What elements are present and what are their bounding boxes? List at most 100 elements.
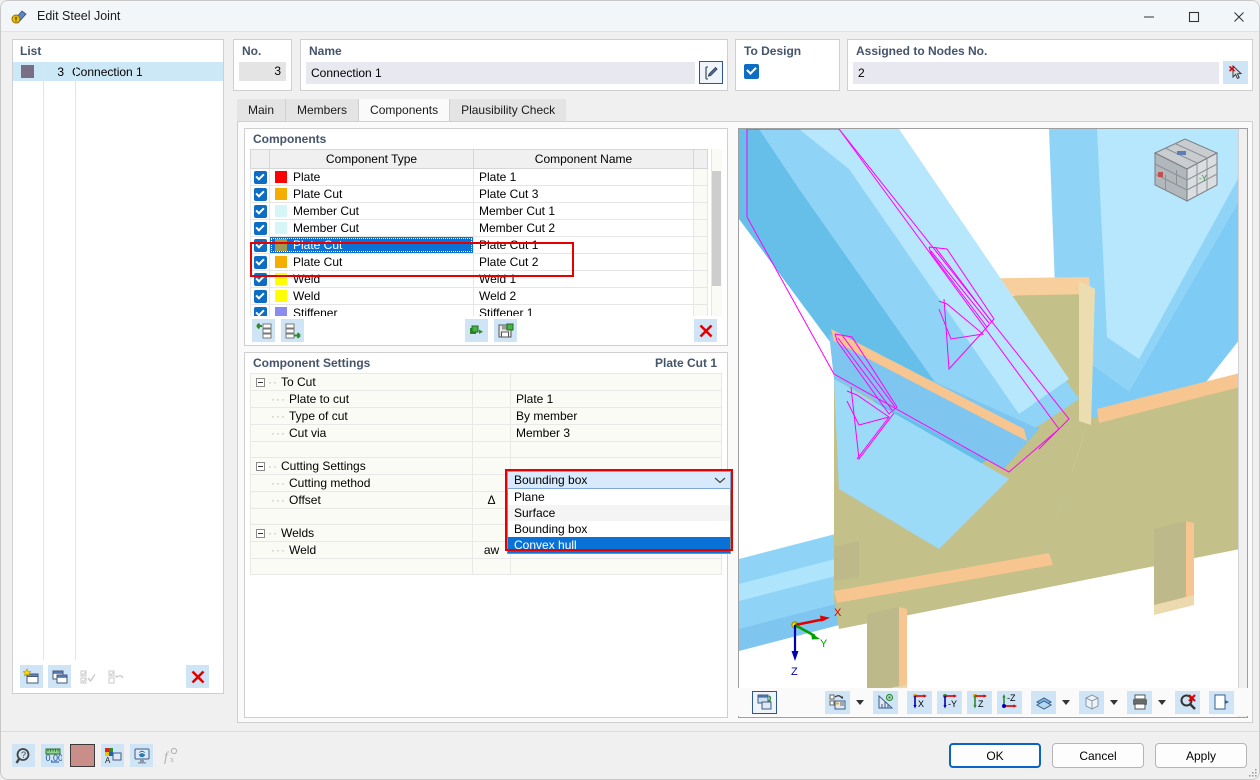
- apply-button[interactable]: Apply: [1155, 743, 1247, 768]
- table-row[interactable]: Weld Weld 1: [250, 270, 708, 288]
- print-button[interactable]: [1127, 690, 1152, 714]
- table-row[interactable]: Member Cut Member Cut 2: [250, 219, 708, 237]
- close-button[interactable]: [1216, 1, 1259, 32]
- settings-value-cell[interactable]: By member: [510, 407, 722, 425]
- view-isometric-button[interactable]: -Z: [997, 690, 1022, 714]
- table-row[interactable]: Stiffener Stiffener 1: [250, 304, 708, 316]
- settings-row[interactable]: ··· Type of cut By member: [250, 407, 722, 425]
- display-props-button[interactable]: A: [101, 744, 124, 767]
- detach-view-button[interactable]: [1209, 690, 1234, 714]
- cancel-button[interactable]: Cancel: [1052, 743, 1144, 768]
- help-button[interactable]: ?: [12, 744, 35, 767]
- move-component-down-button[interactable]: [281, 319, 304, 342]
- row-type-cell[interactable]: Weld: [269, 287, 474, 305]
- maximize-button[interactable]: [1171, 1, 1216, 32]
- settings-value-cell[interactable]: Member 3: [510, 424, 722, 442]
- header-component-type[interactable]: Component Type: [269, 149, 474, 169]
- settings-section-label-cell[interactable]: ·· Welds: [250, 524, 473, 542]
- row-type-cell[interactable]: Member Cut: [269, 219, 474, 237]
- row-name-cell[interactable]: Plate Cut 2: [473, 253, 694, 271]
- tab-plausibility-check[interactable]: Plausibility Check: [449, 99, 567, 121]
- row-name-cell[interactable]: Weld 1: [473, 270, 694, 288]
- row-checkbox-cell[interactable]: [250, 185, 270, 203]
- collapse-icon[interactable]: [256, 377, 265, 387]
- chevron-down-icon[interactable]: [714, 473, 726, 487]
- row-checkbox-cell[interactable]: [250, 219, 270, 237]
- collapse-icon[interactable]: [256, 528, 265, 538]
- row-type-cell[interactable]: Stiffener: [269, 304, 474, 316]
- view-in-x-button[interactable]: X: [907, 690, 932, 714]
- copy-connection-button[interactable]: [48, 665, 71, 688]
- dropdown-option[interactable]: Bounding box: [508, 521, 730, 537]
- import-component-button[interactable]: [465, 319, 488, 342]
- row-type-cell[interactable]: Plate Cut: [269, 236, 474, 254]
- table-row[interactable]: Member Cut Member Cut 1: [250, 202, 708, 220]
- table-row[interactable]: Plate Cut Plate Cut 2: [250, 253, 708, 271]
- measure-button[interactable]: [873, 690, 898, 714]
- save-component-button[interactable]: [494, 319, 517, 342]
- display-properties-dropdown[interactable]: [853, 699, 864, 705]
- row-checkbox[interactable]: [253, 205, 267, 219]
- row-type-cell[interactable]: Member Cut: [269, 202, 474, 220]
- minimize-button[interactable]: [1126, 1, 1171, 32]
- view-in-y-button[interactable]: -Y: [937, 690, 962, 714]
- row-type-cell[interactable]: Plate Cut: [269, 253, 474, 271]
- row-checkbox[interactable]: [253, 256, 267, 270]
- reset-zoom-button[interactable]: [1175, 690, 1200, 714]
- collapse-icon[interactable]: [256, 461, 265, 471]
- settings-section-row[interactable]: ·· To Cut: [250, 373, 722, 391]
- tab-main[interactable]: Main: [237, 99, 286, 121]
- render-mode-button[interactable]: [752, 690, 777, 714]
- wireframe-button[interactable]: [1079, 690, 1104, 714]
- ok-button[interactable]: OK: [949, 743, 1041, 768]
- row-checkbox-cell[interactable]: [250, 270, 270, 288]
- graphic-settings-button[interactable]: [130, 744, 153, 767]
- row-checkbox[interactable]: [253, 239, 267, 253]
- row-name-cell[interactable]: Plate Cut 1: [473, 236, 694, 254]
- row-name-cell[interactable]: Member Cut 2: [473, 219, 694, 237]
- row-type-cell[interactable]: Plate: [269, 168, 474, 186]
- table-row[interactable]: Plate Plate 1: [250, 168, 708, 186]
- display-properties-button[interactable]: [825, 690, 850, 714]
- settings-value-cell[interactable]: Plate 1: [510, 390, 722, 408]
- components-scrollbar-thumb[interactable]: [712, 171, 721, 286]
- new-connection-button[interactable]: [20, 665, 43, 688]
- select-all-button[interactable]: [76, 665, 99, 688]
- row-checkbox[interactable]: [253, 273, 267, 287]
- tab-components[interactable]: Components: [358, 99, 450, 121]
- header-component-name[interactable]: Component Name: [473, 149, 694, 169]
- delete-component-button[interactable]: [694, 319, 717, 342]
- name-input[interactable]: [306, 61, 695, 84]
- row-type-cell[interactable]: Weld: [269, 270, 474, 288]
- shading-button[interactable]: [1031, 690, 1056, 714]
- dropdown-option[interactable]: Surface: [508, 505, 730, 521]
- print-dropdown[interactable]: [1155, 699, 1166, 705]
- cutting-method-select[interactable]: Bounding box: [507, 471, 731, 489]
- list-item[interactable]: 3 Connection 1: [13, 62, 223, 81]
- settings-row[interactable]: ··· Cut via Member 3: [250, 424, 722, 442]
- viewport-scrollbar[interactable]: [1238, 129, 1247, 717]
- delete-connection-button[interactable]: [186, 665, 209, 688]
- dropdown-option[interactable]: Plane: [508, 489, 730, 505]
- row-type-cell[interactable]: Plate Cut: [269, 185, 474, 203]
- invert-selection-button[interactable]: [104, 665, 127, 688]
- to-design-checkbox[interactable]: [744, 63, 759, 79]
- resize-grip[interactable]: [1247, 766, 1257, 777]
- pick-cursor-icon[interactable]: [1223, 61, 1248, 84]
- move-component-up-button[interactable]: [252, 319, 275, 342]
- row-checkbox[interactable]: [253, 188, 267, 202]
- row-checkbox[interactable]: [253, 222, 267, 236]
- row-checkbox-cell[interactable]: [250, 304, 270, 316]
- row-checkbox-cell[interactable]: [250, 168, 270, 186]
- row-checkbox[interactable]: [253, 290, 267, 304]
- settings-section-label-cell[interactable]: ·· To Cut: [250, 373, 473, 391]
- row-checkbox-cell[interactable]: [250, 253, 270, 271]
- row-checkbox[interactable]: [253, 171, 267, 185]
- table-row[interactable]: Plate Cut Plate Cut 3: [250, 185, 708, 203]
- row-checkbox-cell[interactable]: [250, 287, 270, 305]
- dropdown-option[interactable]: Convex hull: [508, 537, 730, 553]
- 3d-viewport[interactable]: -Y X Y Z: [738, 128, 1248, 718]
- settings-section-label-cell[interactable]: ·· Cutting Settings: [250, 457, 473, 475]
- wireframe-dropdown[interactable]: [1107, 699, 1118, 705]
- row-checkbox-cell[interactable]: [250, 202, 270, 220]
